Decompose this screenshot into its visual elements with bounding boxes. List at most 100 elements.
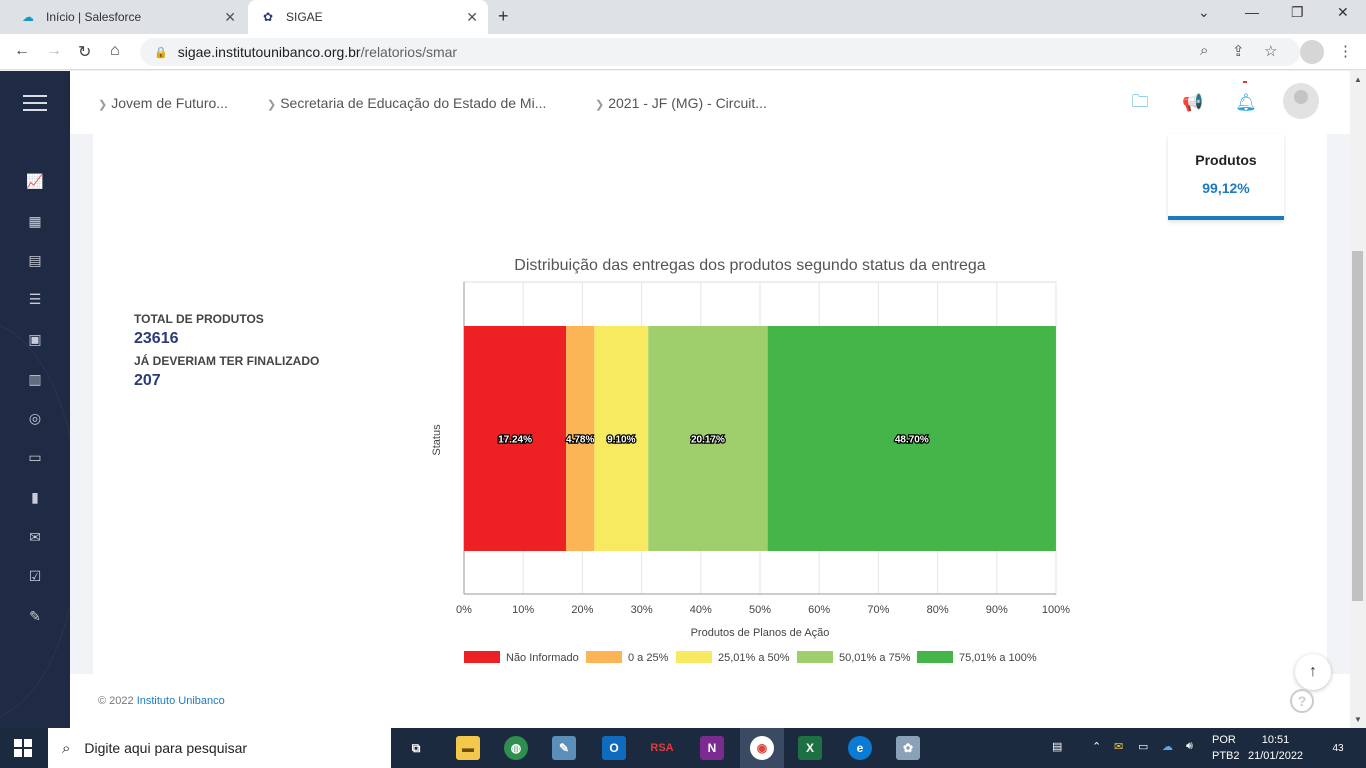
x-tick-label: 100% [1042, 604, 1070, 616]
chrome-icon[interactable]: ◉ [750, 736, 774, 760]
bell-icon[interactable]: 🔔︎ [1235, 93, 1257, 113]
legend-swatch [797, 651, 833, 663]
scroll-up-icon[interactable]: ▲ [1354, 75, 1362, 84]
notification-dot [1243, 81, 1247, 83]
chevron-up-icon[interactable]: ⌃ [1092, 740, 1101, 753]
lock-icon: 🔒 [154, 46, 168, 59]
legend-label[interactable]: 25,01% a 50% [718, 652, 790, 664]
folder-stack-icon[interactable]: ▣ [25, 329, 45, 349]
legend-label[interactable]: 75,01% a 100% [959, 652, 1037, 664]
chart-svg: Distribuição das entregas dos produtos s… [431, 257, 1070, 664]
megaphone-icon[interactable]: 📢 [1182, 93, 1204, 113]
home-button[interactable]: ⌂ [110, 42, 120, 60]
globe-app-icon[interactable]: ◍ [504, 736, 528, 760]
data-label: 48.70% [895, 435, 929, 446]
tab-search-icon[interactable]: ⌄ [1198, 4, 1210, 21]
app-top-bar: ❯ Jovem de Futuro... ❯ Secretaria de Educa… [70, 71, 1350, 134]
dashboard-icon[interactable]: 📈 [25, 171, 45, 191]
footer-link[interactable]: Instituto Unibanco [137, 695, 225, 707]
copyright-text: © 2022 [98, 695, 134, 707]
forward-button[interactable]: → [46, 42, 62, 60]
report-icon[interactable]: ▥ [25, 369, 45, 389]
menu-hamburger-icon[interactable] [23, 95, 47, 116]
clock-time: 10:51 [1261, 734, 1290, 746]
salesforce-cloud-icon: ☁ [22, 10, 34, 24]
clock[interactable]: 10:51 21/01/2022 [1248, 732, 1303, 764]
minimize-button[interactable]: — [1245, 4, 1259, 20]
checklist-icon[interactable]: ☑ [25, 566, 45, 586]
page-scrollbar[interactable]: ▲ ▼ [1350, 71, 1366, 728]
onenote-icon[interactable]: N [700, 736, 724, 760]
x-tick-label: 40% [690, 604, 712, 616]
paint-icon[interactable]: ✿ [896, 736, 920, 760]
edge-icon[interactable]: e [848, 736, 872, 760]
close-icon[interactable]: ✕ [224, 9, 236, 26]
data-label: 17.24% [498, 435, 532, 446]
document-list-icon[interactable]: ☰ [25, 289, 45, 309]
excel-icon[interactable]: X [798, 736, 822, 760]
reload-button[interactable]: ↻ [78, 42, 91, 62]
mail-tray-icon[interactable]: ✉ [1114, 740, 1123, 753]
file-explorer-icon[interactable]: ▬ [456, 736, 480, 760]
tab-salesforce[interactable]: ☁ Início | Salesforce ✕ [8, 0, 246, 34]
user-circle-icon[interactable]: ◎ [25, 408, 45, 428]
bar-chart-icon[interactable]: ▮ [25, 487, 45, 507]
mail-icon[interactable]: ✉ [25, 527, 45, 547]
notes-app-icon[interactable]: ✎ [552, 736, 576, 760]
breadcrumb-label: Secretaria de Educação do Estado de Mi..… [280, 95, 547, 111]
profile-avatar[interactable] [1300, 40, 1324, 64]
legend-label[interactable]: Não Informado [506, 652, 579, 664]
legend-label[interactable]: 50,01% a 75% [839, 652, 911, 664]
bookmark-star-icon[interactable]: ☆ [1264, 42, 1277, 60]
new-tab-button[interactable]: + [498, 6, 509, 27]
help-icon[interactable]: ? [1290, 689, 1314, 713]
calendar-icon[interactable]: ▦ [25, 211, 45, 231]
tab-label: SIGAE [286, 10, 323, 24]
data-label: 9.10% [607, 435, 635, 446]
x-tick-label: 30% [631, 604, 653, 616]
breadcrumb-secretaria[interactable]: ❯ Secretaria de Educação do Estado de Mi.… [267, 95, 546, 111]
total-products-label: TOTAL DE PRODUTOS [134, 312, 264, 326]
x-tick-label: 60% [808, 604, 830, 616]
breadcrumb-circuit[interactable]: ❯ 2021 - JF (MG) - Circuit... [595, 95, 767, 111]
document-chart-icon[interactable]: ▤ [25, 250, 45, 270]
close-icon[interactable]: ✕ [466, 9, 478, 26]
legend-swatch [464, 651, 500, 663]
taskbar-search-field[interactable]: ⌕ Digite aqui para pesquisar [48, 728, 391, 768]
notification-center-icon[interactable]: 43 [1326, 738, 1350, 758]
restore-button[interactable]: ❐ [1291, 4, 1304, 21]
windows-start-icon[interactable] [14, 739, 32, 757]
chevron-down-icon: ❯ [98, 99, 108, 111]
legend-label[interactable]: 0 a 25% [628, 652, 669, 664]
language-indicator[interactable]: POR PTB2 [1212, 732, 1240, 764]
share-icon[interactable]: ⇪ [1232, 42, 1245, 60]
late-products-value: 207 [134, 372, 161, 389]
tab-sigae[interactable]: ✿ SIGAE ✕ [248, 0, 488, 34]
scroll-down-icon[interactable]: ▼ [1354, 715, 1362, 724]
zoom-icon[interactable]: ⌕ [1200, 42, 1208, 59]
rsa-icon[interactable]: RSA [650, 736, 674, 760]
url-host: sigae.institutounibanco.org.br [177, 44, 361, 60]
close-window-button[interactable]: ✕ [1337, 4, 1349, 21]
outlook-icon[interactable]: O [602, 736, 626, 760]
legend-swatch [586, 651, 622, 663]
scroll-to-top-button[interactable]: ↑ [1295, 654, 1331, 690]
breadcrumb-program[interactable]: ❯ Jovem de Futuro... [98, 95, 228, 111]
folder-icon[interactable]: 🗀 [1129, 92, 1151, 113]
avatar[interactable] [1283, 83, 1319, 119]
breadcrumb-label: 2021 - JF (MG) - Circuit... [608, 95, 767, 111]
cloud-icon[interactable]: ☁ [1162, 740, 1173, 753]
network-icon[interactable]: ▭ [1138, 740, 1148, 753]
products-metric-card: Produtos 99,12% [1168, 134, 1284, 220]
chart-title: Distribuição das entregas dos produtos s… [514, 257, 986, 274]
url-field[interactable]: 🔒 sigae.institutounibanco.org.br/relator… [140, 38, 1300, 66]
task-view-icon[interactable]: ⧉ [404, 736, 428, 760]
menu-kebab-icon[interactable]: ⋮ [1338, 42, 1353, 60]
back-button[interactable]: ← [14, 42, 30, 60]
tools-icon[interactable]: ✎ [25, 606, 45, 626]
x-tick-label: 20% [571, 604, 593, 616]
scrollbar-thumb[interactable] [1352, 251, 1363, 601]
keyboard-icon[interactable]: ▤ [1052, 740, 1062, 753]
folder-icon[interactable]: ▭ [25, 447, 45, 467]
volume-icon[interactable]: 🔊︎ [1186, 740, 1193, 753]
